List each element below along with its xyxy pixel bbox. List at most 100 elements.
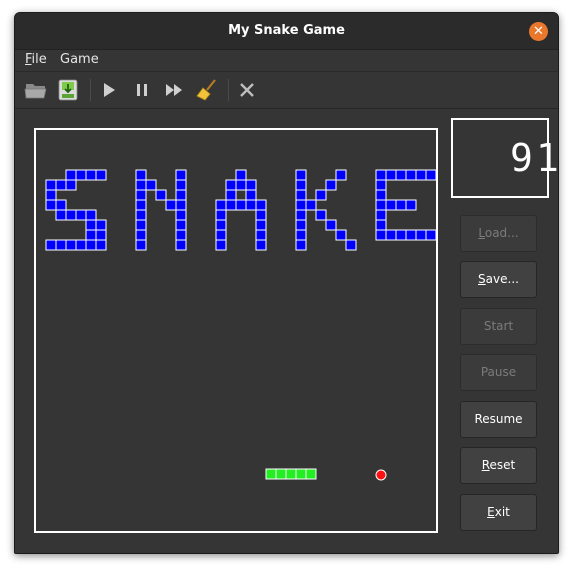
wall-cell xyxy=(385,199,397,211)
wall-cell xyxy=(295,239,307,251)
pause-label: Pause xyxy=(480,365,517,379)
save-icon[interactable] xyxy=(55,77,81,103)
snake-segment xyxy=(265,468,277,480)
wall-cell xyxy=(45,239,57,251)
score-digit-tens: 9 xyxy=(510,136,533,180)
wall-cell xyxy=(75,169,87,181)
wall-cell xyxy=(175,189,187,201)
wall-cell xyxy=(375,179,387,191)
wall-cell xyxy=(135,169,147,181)
wall-cell xyxy=(235,179,247,191)
wall-cell xyxy=(255,199,267,211)
snake-segment xyxy=(275,468,287,480)
close-icon[interactable] xyxy=(234,77,260,103)
fast-forward-icon[interactable] xyxy=(161,77,187,103)
wall-cell xyxy=(375,209,387,221)
start-button[interactable]: Start xyxy=(460,308,537,345)
wall-cell xyxy=(375,189,387,201)
wall-cell xyxy=(295,189,307,201)
save-button[interactable]: Save... xyxy=(460,261,537,298)
wall-cell xyxy=(295,199,307,211)
wall-cell xyxy=(225,189,237,201)
wall-cell xyxy=(375,199,387,211)
food-apple xyxy=(375,469,387,481)
wall-cell xyxy=(305,199,317,211)
reset-label: eset xyxy=(489,458,516,472)
wall-cell xyxy=(385,229,397,241)
wall-cell xyxy=(295,209,307,221)
wall-cell xyxy=(135,239,147,251)
wall-cell xyxy=(145,179,157,191)
wall-cell xyxy=(325,179,337,191)
open-icon[interactable] xyxy=(23,77,49,103)
wall-cell xyxy=(215,229,227,241)
wall-cell xyxy=(235,169,247,181)
wall-cell xyxy=(55,209,67,221)
wall-cell xyxy=(375,219,387,231)
pause-icon[interactable] xyxy=(129,77,155,103)
window-close-button[interactable]: ✕ xyxy=(529,22,548,41)
resume-button[interactable]: Resume xyxy=(460,401,537,438)
wall-cell xyxy=(245,189,257,201)
wall-cell xyxy=(255,209,267,221)
wall-cell xyxy=(395,229,407,241)
wall-cell xyxy=(425,229,436,241)
pause-button[interactable]: Pause xyxy=(460,354,537,391)
toolbar-separator xyxy=(228,79,229,101)
wall-cell xyxy=(175,209,187,221)
wall-cell xyxy=(225,179,237,191)
wall-cell xyxy=(425,169,436,181)
broom-icon[interactable] xyxy=(194,77,220,103)
wall-cell xyxy=(85,229,97,241)
score-digit-ones: 1 xyxy=(536,136,559,180)
wall-cell xyxy=(385,169,397,181)
wall-cell xyxy=(175,199,187,211)
exit-mnemonic: E xyxy=(487,505,495,519)
play-icon[interactable] xyxy=(96,77,122,103)
load-button[interactable]: Load... xyxy=(460,215,537,252)
wall-cell xyxy=(155,189,167,201)
save-mnemonic: S xyxy=(478,272,486,286)
wall-cell xyxy=(295,169,307,181)
score-display: 9 1 xyxy=(451,118,558,198)
wall-cell xyxy=(45,199,57,211)
wall-cell xyxy=(215,219,227,231)
game-board-canvas xyxy=(45,169,436,481)
wall-cell xyxy=(415,229,427,241)
reset-button[interactable]: Reset xyxy=(460,447,537,484)
wall-cell xyxy=(405,229,417,241)
wall-cell xyxy=(315,209,327,221)
menu-file[interactable]: File xyxy=(25,52,47,67)
main-window: My Snake Game ✕ File Game 9 1 Load... Sa… xyxy=(14,12,559,554)
window-title: My Snake Game xyxy=(228,23,345,38)
wall-cell xyxy=(345,239,357,251)
wall-cell xyxy=(95,229,107,241)
menu-game[interactable]: Game xyxy=(60,52,99,67)
wall-cell xyxy=(255,239,267,251)
wall-cell xyxy=(175,229,187,241)
wall-cell xyxy=(315,189,327,201)
load-label: oad... xyxy=(484,226,519,240)
wall-cell xyxy=(65,179,77,191)
wall-cell xyxy=(295,229,307,241)
wall-cell xyxy=(85,239,97,251)
wall-cell xyxy=(175,179,187,191)
menu-file-label: ile xyxy=(31,52,47,67)
wall-cell xyxy=(135,179,147,191)
wall-cell xyxy=(225,199,237,211)
wall-cell xyxy=(175,219,187,231)
start-label: Start xyxy=(483,319,514,333)
resume-label: Resume xyxy=(474,412,523,426)
wall-cell xyxy=(135,209,147,221)
wall-cell xyxy=(175,169,187,181)
wall-cell xyxy=(55,179,67,191)
exit-button[interactable]: Exit xyxy=(460,494,537,531)
game-board[interactable] xyxy=(34,128,438,533)
menu-bar: File Game xyxy=(15,50,558,72)
wall-cell xyxy=(255,229,267,241)
wall-cell xyxy=(55,199,67,211)
title-bar: My Snake Game ✕ xyxy=(15,13,558,50)
wall-cell xyxy=(245,199,257,211)
wall-cell xyxy=(295,179,307,191)
wall-cell xyxy=(135,219,147,231)
